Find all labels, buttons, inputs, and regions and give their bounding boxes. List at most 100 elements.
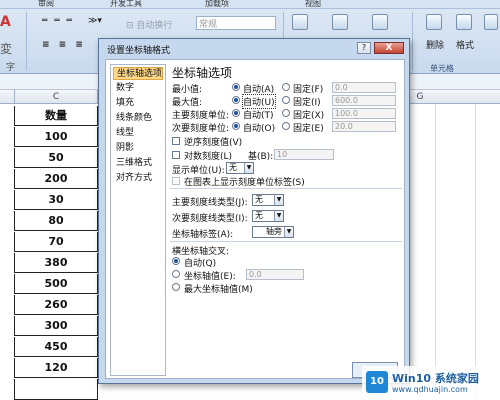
table-cell[interactable]: 30 [14, 190, 98, 210]
minor-tick-label: 次要刻度线类型(I): [172, 214, 248, 224]
show-units-label: 在图表上显示刻度单位标签(S) [184, 178, 305, 188]
watermark: 10 Win10 系统家园 www.qdhuajin.com [362, 366, 500, 400]
table-cell[interactable]: 450 [14, 337, 98, 357]
minor-fixed-radio[interactable] [282, 122, 290, 130]
max-fixed-radio[interactable] [282, 96, 290, 104]
cell-header-quantity[interactable]: 数量 [14, 106, 98, 126]
gridline [475, 104, 476, 400]
chevron-down-icon: ▼ [244, 163, 253, 173]
major-tick-label: 主要刻度线类型(J): [172, 198, 248, 208]
align-top-icons[interactable]: ═ ═ ═ [42, 16, 74, 26]
cross-max-radio[interactable] [172, 283, 180, 291]
tab-addins[interactable]: 加载项 [205, 0, 229, 9]
font-color-icon[interactable]: A [0, 14, 11, 30]
watermark-url: www.qdhuajin.com [392, 385, 468, 394]
max-fixed-label: 固定(I) [293, 98, 321, 108]
delete-cells-icon[interactable] [426, 14, 442, 30]
cross-value-label: 坐标轴值(E): [184, 272, 236, 282]
axis-options-panel: 坐标轴选项 最小值: 自动(A) 固定(F) 0.0 最大值: 自动(U) 固定… [170, 60, 406, 378]
major-unit-label: 主要刻度单位: [172, 111, 230, 121]
table-cell[interactable] [14, 379, 98, 400]
column-header-c[interactable]: C [14, 90, 98, 104]
nav-3d-format[interactable]: 三维格式 [113, 157, 163, 170]
cross-auto-radio[interactable] [172, 257, 180, 265]
table-cell[interactable]: 200 [14, 169, 98, 189]
group-divider [412, 12, 413, 70]
format-cells-icon[interactable] [456, 14, 472, 30]
conditional-format-icon[interactable] [292, 14, 308, 30]
min-fixed-radio[interactable] [282, 83, 290, 91]
nav-line-style[interactable]: 线型 [113, 127, 163, 140]
align-icons[interactable]: ≡ ≡ ≡ [42, 40, 86, 50]
nav-shadow[interactable]: 阴影 [113, 142, 163, 155]
orientation-icon[interactable]: ≫▾ [88, 16, 102, 26]
cross-value-input[interactable]: 0.0 [246, 269, 304, 280]
minor-tick-select[interactable]: 无 ▼ [252, 210, 284, 222]
format-button[interactable]: 格式 [456, 38, 474, 51]
table-cell[interactable]: 100 [14, 127, 98, 147]
cross-auto-label: 自动(Q) [184, 259, 217, 269]
autowrap-button[interactable]: ⊟ 自动换行 [126, 18, 172, 31]
log-base-input[interactable]: 10 [274, 149, 334, 160]
axis-labels-select[interactable]: 轴旁 ▼ [252, 226, 294, 238]
major-fixed-label: 固定(X) [293, 111, 325, 121]
insert-cells-icon[interactable] [484, 14, 498, 30]
minor-tick-value: 无 [255, 211, 263, 220]
max-value-input[interactable]: 600.0 [332, 95, 396, 106]
nav-fill[interactable]: 填充 [113, 97, 163, 110]
min-value-input[interactable]: 0.0 [332, 82, 396, 93]
reverse-order-label: 逆序刻度值(V) [184, 138, 243, 148]
watermark-logo: 10 [366, 371, 388, 393]
minor-auto-radio[interactable] [232, 122, 240, 130]
close-button[interactable]: X [374, 42, 404, 54]
min-auto-radio[interactable] [232, 83, 240, 91]
axis-labels-value: 轴旁 [266, 227, 282, 236]
log-base-label: 基(B): [248, 152, 274, 162]
log-scale-label: 对数刻度(L) [184, 152, 233, 162]
section-title: 坐标轴选项 [172, 66, 233, 80]
nav-line-color[interactable]: 线条颜色 [113, 112, 163, 125]
chevron-down-icon: ▼ [274, 195, 283, 205]
nav-axis-options[interactable]: 坐标轴选项 [113, 67, 163, 80]
show-units-checkbox[interactable] [172, 177, 180, 185]
table-cell[interactable]: 260 [14, 295, 98, 315]
table-cell[interactable]: 80 [14, 211, 98, 231]
table-format-icon[interactable] [332, 14, 348, 30]
reverse-order-checkbox[interactable] [172, 137, 180, 145]
display-units-select[interactable]: 无 ▼ [226, 162, 254, 174]
major-fixed-radio[interactable] [282, 109, 290, 117]
cell-style-icon[interactable] [372, 14, 388, 30]
minor-unit-label: 次要刻度单位: [172, 124, 230, 134]
table-cell[interactable]: 380 [14, 253, 98, 273]
major-value-input[interactable]: 100.0 [332, 108, 396, 119]
gridline [435, 104, 436, 400]
table-cell[interactable]: 500 [14, 274, 98, 294]
cross-value-radio[interactable] [172, 270, 180, 278]
table-cell[interactable]: 120 [14, 358, 98, 378]
help-button[interactable]: ? [357, 42, 371, 54]
tab-review[interactable]: 审阅 [38, 0, 54, 9]
watermark-text: Win10 系统家园 [392, 372, 479, 385]
font-size-icon[interactable]: 変 [0, 40, 12, 57]
delete-button[interactable]: 删除 [426, 38, 444, 51]
tab-developer[interactable]: 开发工具 [110, 0, 142, 9]
table-cell[interactable]: 300 [14, 316, 98, 336]
table-cell[interactable]: 50 [14, 148, 98, 168]
tab-view[interactable]: 视图 [305, 0, 321, 9]
nav-number[interactable]: 数字 [113, 82, 163, 95]
minor-fixed-label: 固定(E) [293, 124, 324, 134]
chevron-down-icon: ▼ [284, 227, 293, 237]
group-divider [26, 12, 27, 70]
max-label: 最大值: [172, 98, 203, 108]
divider [170, 241, 402, 242]
number-format-select[interactable]: 常规 [196, 16, 276, 30]
major-tick-select[interactable]: 无 ▼ [252, 194, 284, 206]
max-auto-radio[interactable] [232, 96, 240, 104]
table-cell[interactable]: 70 [14, 232, 98, 252]
nav-alignment[interactable]: 对齐方式 [113, 172, 163, 185]
divider [170, 188, 402, 189]
autowrap-label: 自动换行 [136, 21, 173, 31]
minor-value-input[interactable]: 20.0 [332, 121, 396, 132]
log-scale-checkbox[interactable] [172, 151, 180, 159]
major-auto-radio[interactable] [232, 109, 240, 117]
